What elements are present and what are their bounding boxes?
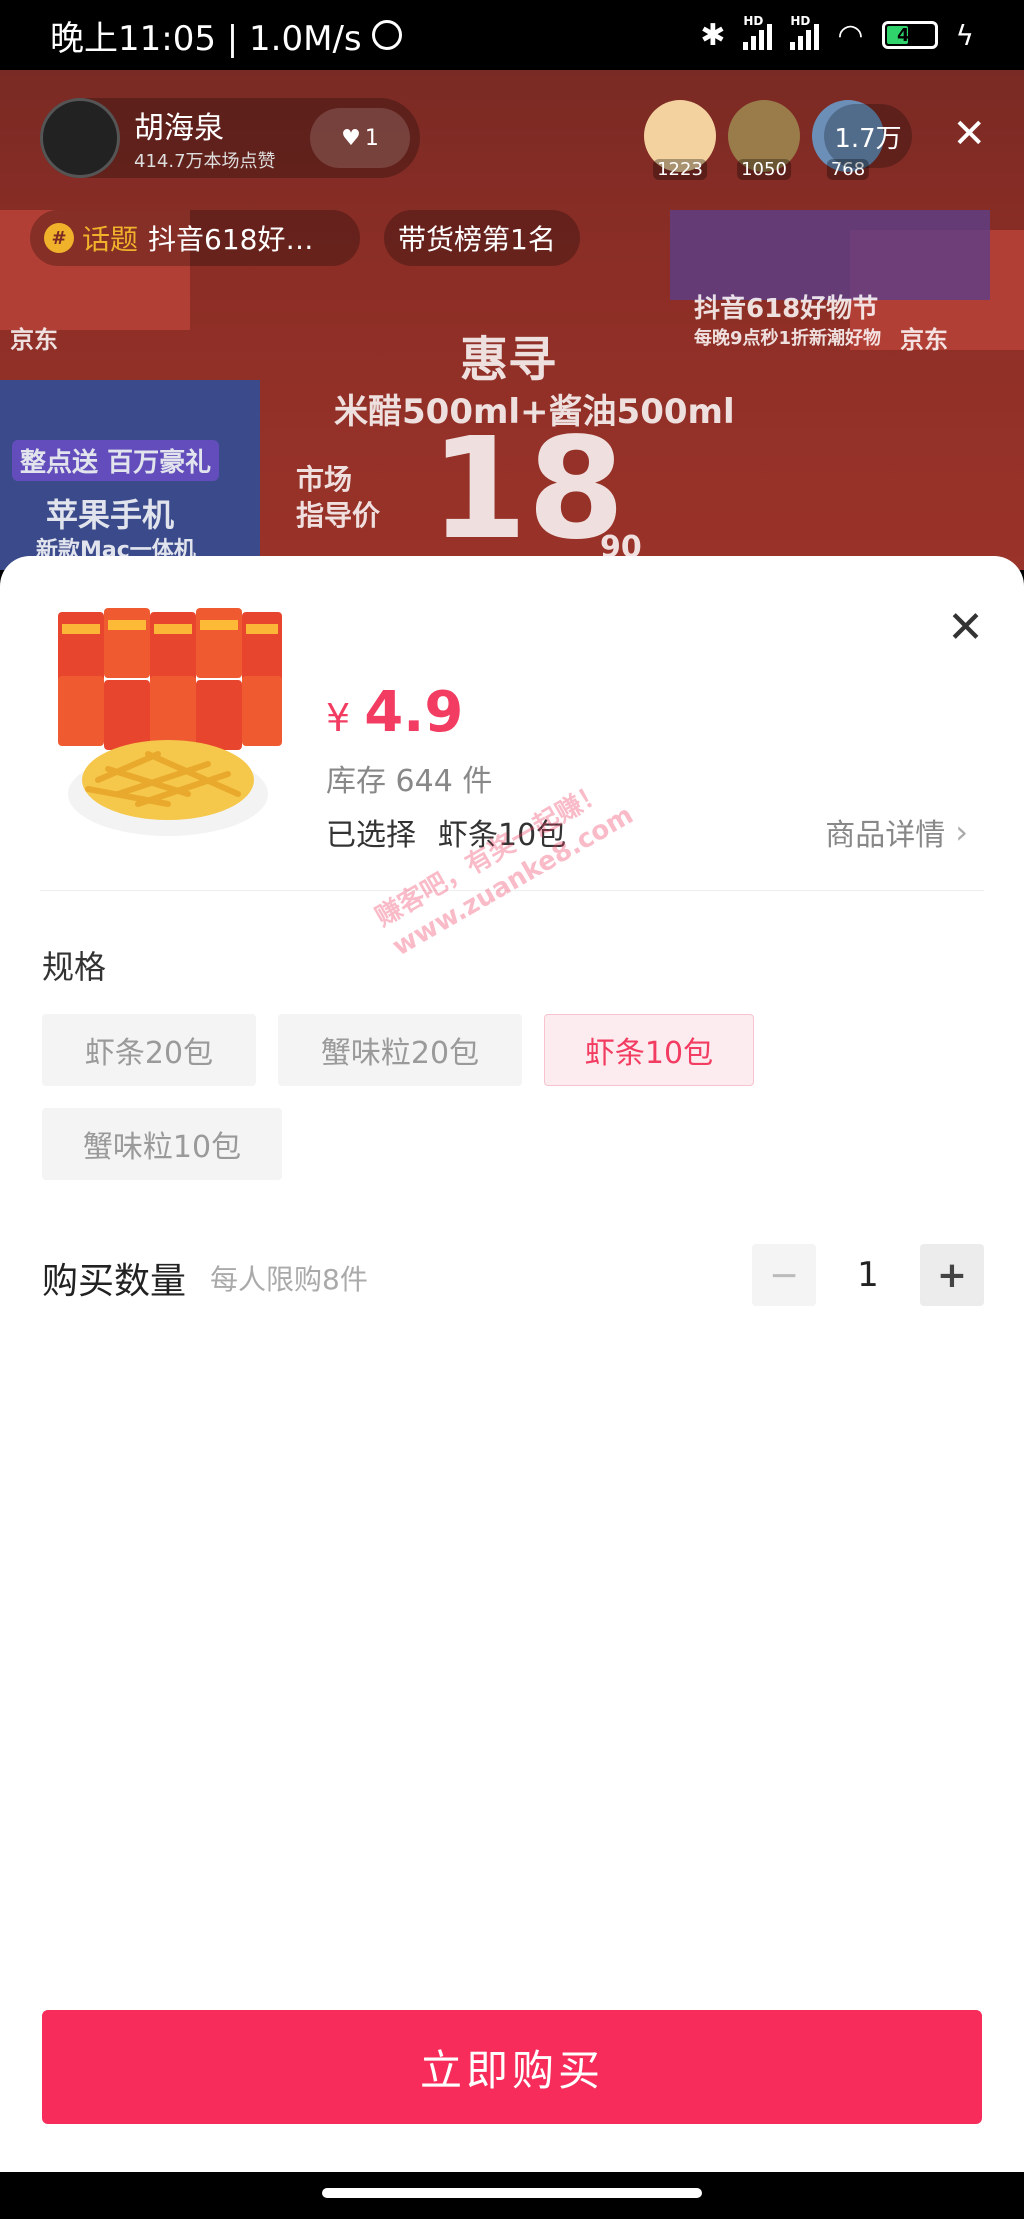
topic-chip[interactable]: # 话题 抖音618好…	[30, 210, 360, 266]
banner-phone: 苹果手机	[46, 496, 175, 534]
host-card[interactable]: 胡海泉 414.7万本场点赞 ♥ 1	[40, 98, 420, 178]
quantity-minus-button[interactable]: −	[752, 1244, 816, 1306]
viewer-count-button[interactable]: 1.7万	[824, 104, 912, 168]
close-icon[interactable]: ✕	[947, 606, 984, 650]
home-indicator[interactable]	[322, 2188, 702, 2198]
banner-festival-sub: 每晚9点秒1折新潮好物	[694, 328, 882, 349]
battery-icon: 42	[881, 21, 938, 49]
banner-market-label: 市场	[296, 463, 353, 496]
viewer-avatar[interactable]: 1223	[644, 100, 716, 180]
product-image[interactable]	[48, 604, 288, 844]
avatar[interactable]	[40, 98, 120, 178]
product-sheet: ✕ ¥ 4.9 库存 644 件 已选择 虾条10包 商品详情 › 规格 虾条2…	[0, 556, 1024, 2172]
status-time-speed: 晚上11:05 | 1.0M/s	[50, 18, 362, 59]
spec-option[interactable]: 虾条20包	[42, 1014, 256, 1086]
host-name: 胡海泉	[134, 111, 224, 146]
heart-follow-button[interactable]: ♥ 1	[310, 108, 410, 168]
quantity-limit: 每人限购8件	[210, 1263, 368, 1296]
product-detail-link[interactable]: 商品详情 ›	[825, 810, 968, 854]
quantity-stepper: − 1 +	[752, 1244, 984, 1306]
banner-price: 18	[430, 408, 625, 570]
host-likes: 414.7万本场点赞	[134, 151, 276, 172]
bluetooth-icon: ✱	[700, 17, 726, 53]
banner-guide-label: 指导价	[296, 499, 381, 532]
spec-option[interactable]: 蟹味粒20包	[278, 1014, 522, 1086]
quantity-plus-button[interactable]: +	[920, 1244, 984, 1306]
banner-festival: 抖音618好物节	[694, 294, 879, 324]
live-stream-view[interactable]: 胡海泉 414.7万本场点赞 ♥ 1 1223 1050 768 1.7万 ✕ …	[0, 70, 1024, 570]
spec-option-selected[interactable]: 虾条10包	[544, 1014, 754, 1086]
alarm-icon	[371, 20, 402, 50]
buy-now-button[interactable]: 立即购买	[42, 2010, 982, 2124]
banner-brand: 京东	[10, 326, 58, 354]
spec-option[interactable]: 蟹味粒10包	[42, 1108, 282, 1180]
signal-icon: HD	[743, 14, 773, 50]
chevron-right-icon: ›	[955, 813, 968, 851]
battery-level: 42	[896, 24, 923, 46]
close-icon[interactable]: ✕	[952, 114, 986, 154]
stock-text: 库存 644 件	[326, 764, 493, 799]
product-price: ¥ 4.9	[326, 680, 464, 745]
hashtag-icon: #	[44, 223, 74, 253]
charging-icon: ϟ	[955, 18, 974, 52]
banner-promo: 整点送 百万豪礼	[12, 440, 220, 481]
heart-icon: ♥	[341, 125, 361, 151]
navigation-bar	[0, 2172, 1024, 2219]
wifi-icon: ◠	[837, 17, 864, 53]
signal-icon-2: HD	[790, 14, 820, 50]
quantity-label: 购买数量	[42, 1261, 187, 1302]
banner-headline: 惠寻	[460, 332, 557, 388]
spec-title: 规格	[42, 948, 107, 986]
banner-brand-right: 京东	[900, 326, 948, 354]
quantity-value[interactable]: 1	[816, 1255, 920, 1295]
status-bar: 晚上11:05 | 1.0M/s ✱ HD HD ◠ 42 ϟ	[0, 0, 1024, 70]
rank-chip[interactable]: 带货榜第1名	[384, 210, 580, 266]
viewer-avatar[interactable]: 1050	[728, 100, 800, 180]
